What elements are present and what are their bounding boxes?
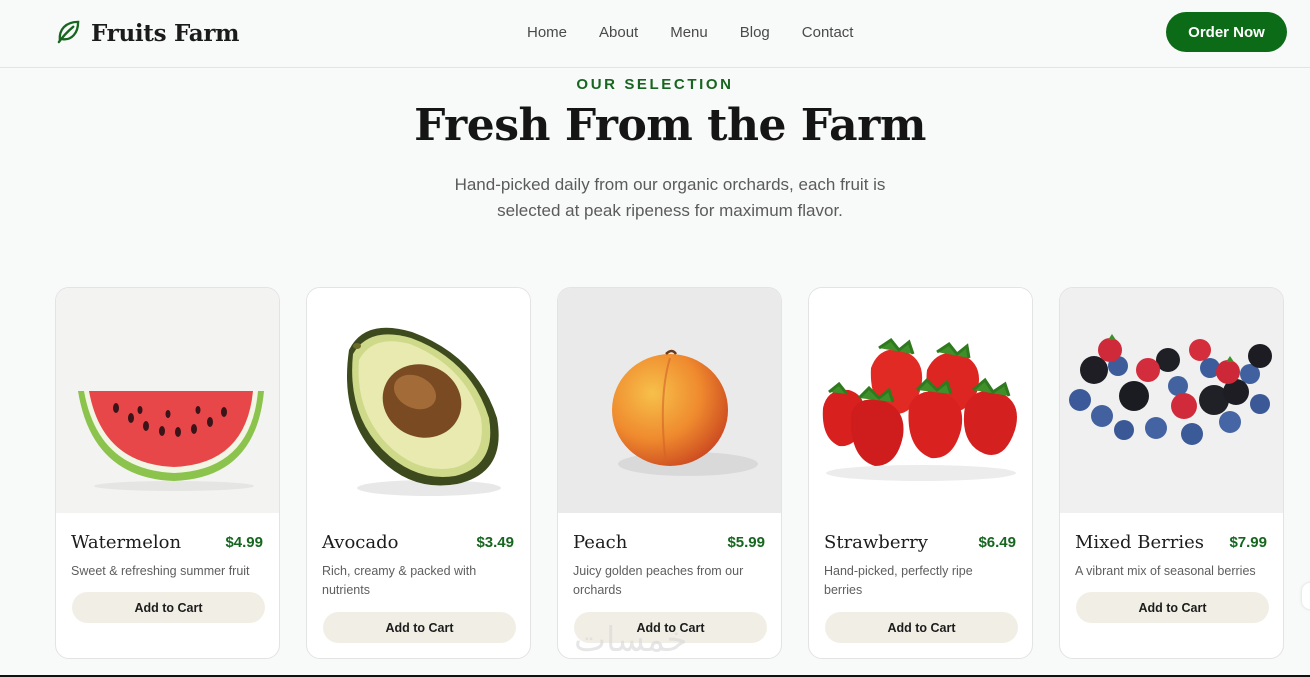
product-price: $7.99: [1229, 534, 1267, 551]
product-price: $5.99: [727, 534, 765, 551]
product-name: Mixed Berries: [1075, 532, 1204, 553]
product-card-mixed-berries: Mixed Berries $7.99 A vibrant mix of sea…: [1059, 287, 1284, 659]
product-card-strawberry: Strawberry $6.49 Hand-picked, perfectly …: [808, 287, 1033, 659]
site-header: Fruits Farm Home About Menu Blog Contact…: [0, 0, 1310, 68]
product-price: $4.99: [225, 534, 263, 551]
watermelon-image: [56, 288, 279, 513]
product-name: Watermelon: [71, 532, 182, 553]
section-subtitle: Hand-picked daily from our organic orcha…: [454, 175, 886, 220]
product-description: A vibrant mix of seasonal berries: [1075, 564, 1256, 578]
product-price: $3.49: [476, 534, 514, 551]
product-description: Rich, creamy & packed with nutrients: [322, 564, 477, 597]
add-to-cart-button[interactable]: Add to Cart: [1076, 592, 1269, 623]
strawberry-image: [809, 288, 1032, 513]
leaf-icon: [55, 18, 82, 49]
add-to-cart-button[interactable]: Add to Cart: [825, 612, 1018, 643]
nav-link-menu[interactable]: Menu: [670, 24, 708, 42]
berries-image: [1060, 288, 1283, 513]
nav-link-home[interactable]: Home: [527, 24, 567, 42]
product-price: $6.49: [978, 534, 1016, 551]
section-title: Fresh From the Farm: [414, 100, 926, 151]
peach-image: [558, 288, 781, 513]
brand-name: Fruits Farm: [91, 20, 240, 47]
order-now-button[interactable]: Order Now: [1166, 12, 1287, 52]
product-name: Peach: [573, 532, 628, 553]
nav-link-contact[interactable]: Contact: [802, 24, 854, 42]
product-description: Juicy golden peaches from our orchards: [573, 564, 744, 597]
product-name: Avocado: [322, 532, 399, 553]
avocado-image: [307, 288, 530, 513]
nav-link-about[interactable]: About: [599, 24, 638, 42]
main-nav: Home About Menu Blog Contact: [527, 24, 885, 42]
section-eyebrow: OUR SELECTION: [576, 76, 734, 93]
add-to-cart-button[interactable]: Add to Cart: [323, 612, 516, 643]
add-to-cart-button[interactable]: Add to Cart: [72, 592, 265, 623]
product-name: Strawberry: [824, 532, 928, 553]
brand-logo[interactable]: Fruits Farm: [55, 18, 240, 49]
product-card-watermelon: Watermelon $4.99 Sweet & refreshing summ…: [55, 287, 280, 659]
nav-link-blog[interactable]: Blog: [740, 24, 770, 42]
product-description: Sweet & refreshing summer fruit: [71, 564, 250, 578]
carousel-next-control[interactable]: [1302, 583, 1310, 609]
product-card-avocado: Avocado $3.49 Rich, creamy & packed with…: [306, 287, 531, 659]
product-description: Hand-picked, perfectly ripe berries: [824, 564, 973, 597]
watermark-logo: خمسات: [574, 620, 688, 660]
product-card-peach: Peach $5.99 Juicy golden peaches from ou…: [557, 287, 782, 659]
